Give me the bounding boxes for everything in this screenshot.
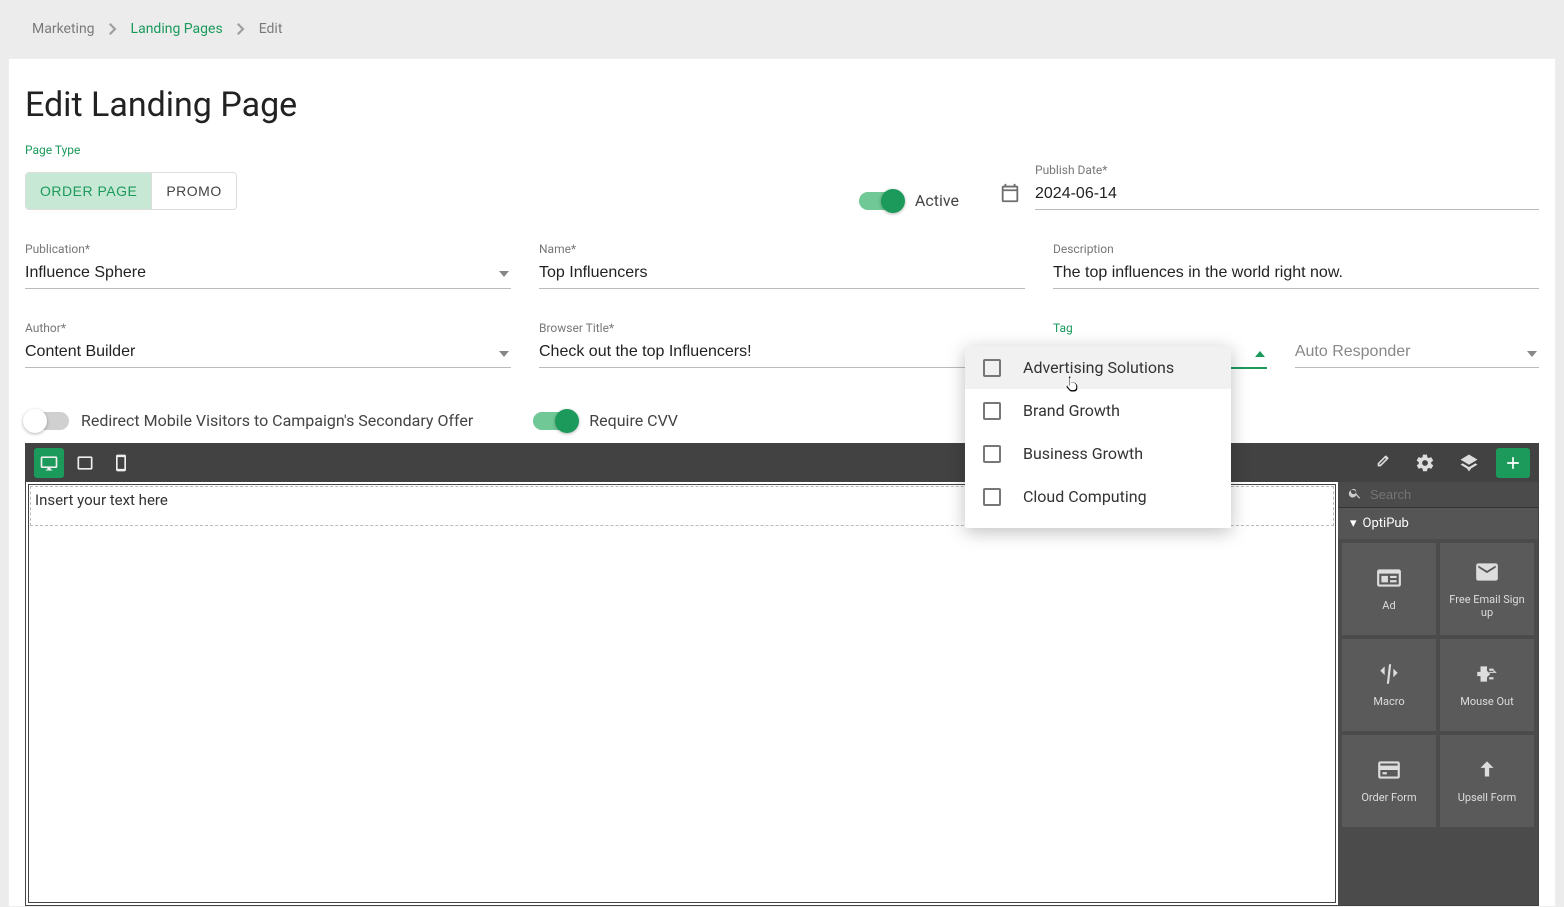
checkbox-icon: [983, 445, 1001, 463]
breadcrumb-landing-pages[interactable]: Landing Pages: [131, 21, 223, 37]
publish-date-input[interactable]: [1035, 181, 1539, 210]
component-panel: ▾ OptiPub Ad Free Email Sign up: [1338, 482, 1538, 905]
require-cvv-toggle[interactable]: [533, 412, 577, 430]
active-toggle[interactable]: [859, 192, 903, 210]
component-label: Order Form: [1361, 791, 1416, 804]
caret-down-icon: ▾: [1350, 516, 1357, 531]
component-label: Macro: [1373, 695, 1404, 708]
tag-label: Tag: [1053, 321, 1267, 335]
tag-dropdown: Advertising Solutions Brand Growth Busin…: [965, 346, 1231, 528]
description-input[interactable]: [1053, 260, 1539, 289]
tag-option-cloud-computing[interactable]: Cloud Computing: [965, 475, 1231, 518]
component-label: Free Email Sign up: [1444, 593, 1530, 619]
component-tile-mouse-out[interactable]: Mouse Out: [1440, 639, 1534, 731]
component-group-name: OptiPub: [1363, 516, 1409, 531]
author-select[interactable]: [25, 339, 511, 368]
chevron-down-icon: [499, 342, 509, 361]
description-label: Description: [1053, 242, 1539, 256]
editor-canvas[interactable]: Insert your text here: [28, 484, 1336, 903]
checkbox-icon: [983, 359, 1001, 377]
tag-option-brand-growth[interactable]: Brand Growth: [965, 389, 1231, 432]
page-type-toggle: ORDER PAGE PROMO: [25, 172, 237, 210]
name-input[interactable]: [539, 260, 1025, 289]
main-card: Edit Landing Page Page Type ORDER PAGE P…: [8, 58, 1556, 907]
publication-select[interactable]: [25, 260, 511, 289]
component-tile-order-form[interactable]: Order Form: [1342, 735, 1436, 827]
tab-order-page[interactable]: ORDER PAGE: [26, 173, 151, 209]
browser-title-label: Browser Title*: [539, 321, 1025, 335]
autoresponder-label: [1295, 321, 1539, 335]
editor-brush-button[interactable]: [1364, 448, 1398, 478]
publication-label: Publication*: [25, 242, 511, 256]
calendar-icon[interactable]: [999, 182, 1021, 208]
checkbox-icon: [983, 402, 1001, 420]
checkbox-icon: [983, 488, 1001, 506]
tag-option-advertising-solutions[interactable]: Advertising Solutions: [965, 346, 1231, 389]
autoresponder-select[interactable]: [1295, 339, 1539, 368]
browser-title-input[interactable]: [539, 339, 1025, 368]
name-label: Name*: [539, 242, 1025, 256]
component-search-input[interactable]: [1370, 487, 1546, 502]
search-icon: [1348, 486, 1362, 503]
chevron-down-icon: [499, 262, 509, 281]
tab-promo[interactable]: PROMO: [151, 173, 235, 209]
breadcrumb: Marketing Landing Pages Edit: [0, 0, 1564, 58]
device-tablet-button[interactable]: [70, 448, 100, 478]
breadcrumb-marketing[interactable]: Marketing: [32, 21, 95, 37]
chevron-right-icon: [237, 23, 245, 35]
tag-option-label: Cloud Computing: [1023, 487, 1147, 506]
editor-settings-button[interactable]: [1408, 448, 1442, 478]
tag-option-label: Brand Growth: [1023, 401, 1120, 420]
require-cvv-label: Require CVV: [589, 411, 678, 430]
component-label: Ad: [1382, 599, 1395, 612]
device-desktop-button[interactable]: [34, 448, 64, 478]
tag-option-business-growth[interactable]: Business Growth: [965, 432, 1231, 475]
breadcrumb-current: Edit: [259, 21, 283, 37]
publish-date-label: Publish Date*: [1035, 163, 1539, 177]
component-tile-upsell-form[interactable]: Upsell Form: [1440, 735, 1534, 827]
author-label: Author*: [25, 321, 511, 335]
component-group-header[interactable]: ▾ OptiPub: [1338, 508, 1538, 539]
chevron-up-icon: [1255, 342, 1265, 361]
component-tile-ad[interactable]: Ad: [1342, 543, 1436, 635]
tag-option-label: Business Growth: [1023, 444, 1143, 463]
chevron-down-icon: [1527, 342, 1537, 361]
page-title: Edit Landing Page: [25, 85, 1539, 125]
active-label: Active: [915, 191, 959, 210]
redirect-mobile-toggle[interactable]: [25, 412, 69, 430]
chevron-right-icon: [109, 23, 117, 35]
component-label: Mouse Out: [1460, 695, 1513, 708]
editor-toolbar: [26, 444, 1538, 482]
tag-option-label: Advertising Solutions: [1023, 358, 1174, 377]
component-label: Upsell Form: [1458, 791, 1517, 804]
redirect-mobile-label: Redirect Mobile Visitors to Campaign's S…: [81, 411, 473, 430]
component-tile-free-email-signup[interactable]: Free Email Sign up: [1440, 543, 1534, 635]
editor-layers-button[interactable]: [1452, 448, 1486, 478]
device-mobile-button[interactable]: [106, 448, 136, 478]
page-type-label: Page Type: [25, 143, 1539, 157]
editor-add-button[interactable]: [1496, 448, 1530, 478]
component-tile-macro[interactable]: Macro: [1342, 639, 1436, 731]
page-editor: Insert your text here ▾ OptiPub Ad: [25, 443, 1539, 906]
